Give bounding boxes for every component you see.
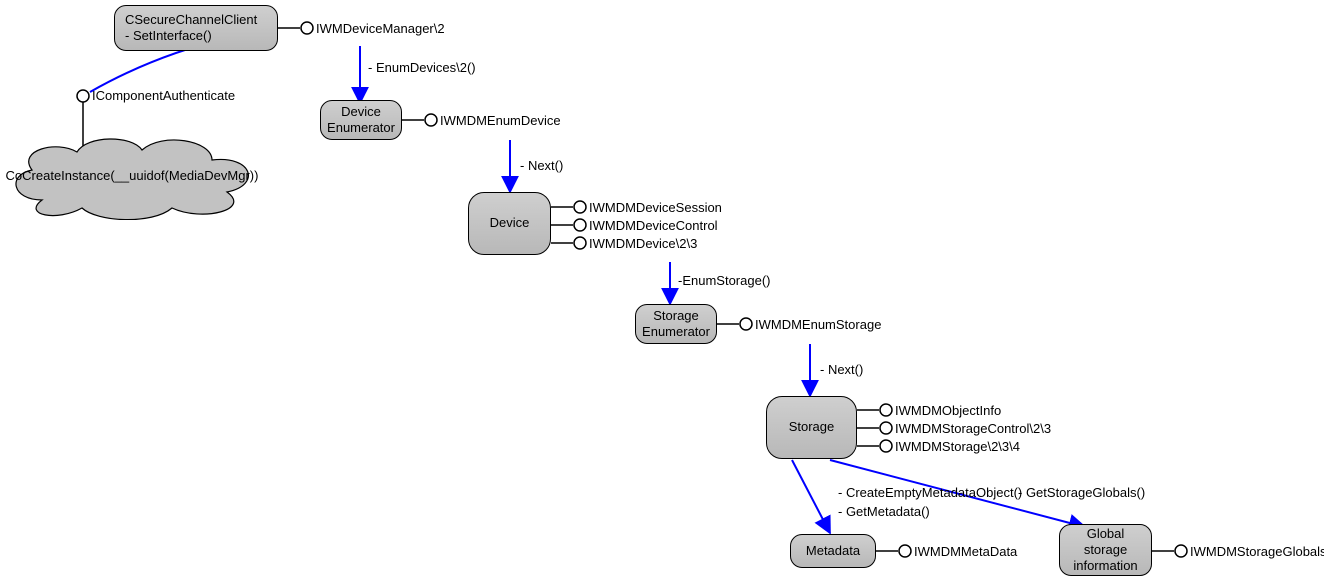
iface-iwmdmstoragecontrol: IWMDMStorageControl\2\3 [895,421,1051,436]
iface-iwmdmdevicesession: IWMDMDeviceSession [589,200,722,215]
metadata-node: Metadata [790,534,876,568]
iface-iwmdmmetadata: IWMDMMetaData [914,544,1017,559]
iface-iwmdmenumdevice: IWMDMEnumDevice [440,113,561,128]
secure-channel-client-label: CSecureChannelClient - SetInterface() [125,12,257,45]
device-label: Device [490,215,530,231]
storage-enumerator-label: Storage Enumerator [642,308,710,341]
iface-iwmdmobjectinfo: IWMDMObjectInfo [895,403,1001,418]
edge-createempty: - CreateEmptyMetadataObject() [838,485,1022,500]
iface-iwmdmstorageglobals: IWMDMStorageGlobals [1190,544,1324,559]
global-storage-info-node: Global storage information [1059,524,1152,576]
iface-iwmdmdevicecontrol: IWMDMDeviceControl [589,218,718,233]
iface-iwmdmenumstorage: IWMDMEnumStorage [755,317,881,332]
storage-enumerator-node: Storage Enumerator [635,304,717,344]
device-node: Device [468,192,551,255]
edge-enumdevices: - EnumDevices\2() [368,60,476,75]
iface-iwmdmdevice: IWMDMDevice\2\3 [589,236,697,251]
iface-iwmdevicemanager: IWMDeviceManager\2 [316,21,445,36]
storage-label: Storage [789,419,835,435]
edge-getstorageglobals: - GetStorageGlobals() [1018,485,1145,500]
device-enumerator-label: Device Enumerator [327,104,395,137]
edge-getmetadata: - GetMetadata() [838,504,930,519]
secure-channel-client-node: CSecureChannelClient - SetInterface() [114,5,278,51]
edge-next2: - Next() [820,362,863,377]
device-enumerator-node: Device Enumerator [320,100,402,140]
iface-icomponentauthenticate: IComponentAuthenticate [92,88,235,103]
metadata-label: Metadata [806,543,860,559]
cocreateinstance-label: CoCreateInstance(__uuidof(MediaDevMgr)) [6,168,259,183]
iface-iwmdmstorage: IWMDMStorage\2\3\4 [895,439,1020,454]
edge-next1: - Next() [520,158,563,173]
global-storage-info-label: Global storage information [1073,526,1137,575]
cocreateinstance-cloud: CoCreateInstance(__uuidof(MediaDevMgr)) [2,130,262,220]
edge-enumstorage: -EnumStorage() [678,273,770,288]
storage-node: Storage [766,396,857,459]
